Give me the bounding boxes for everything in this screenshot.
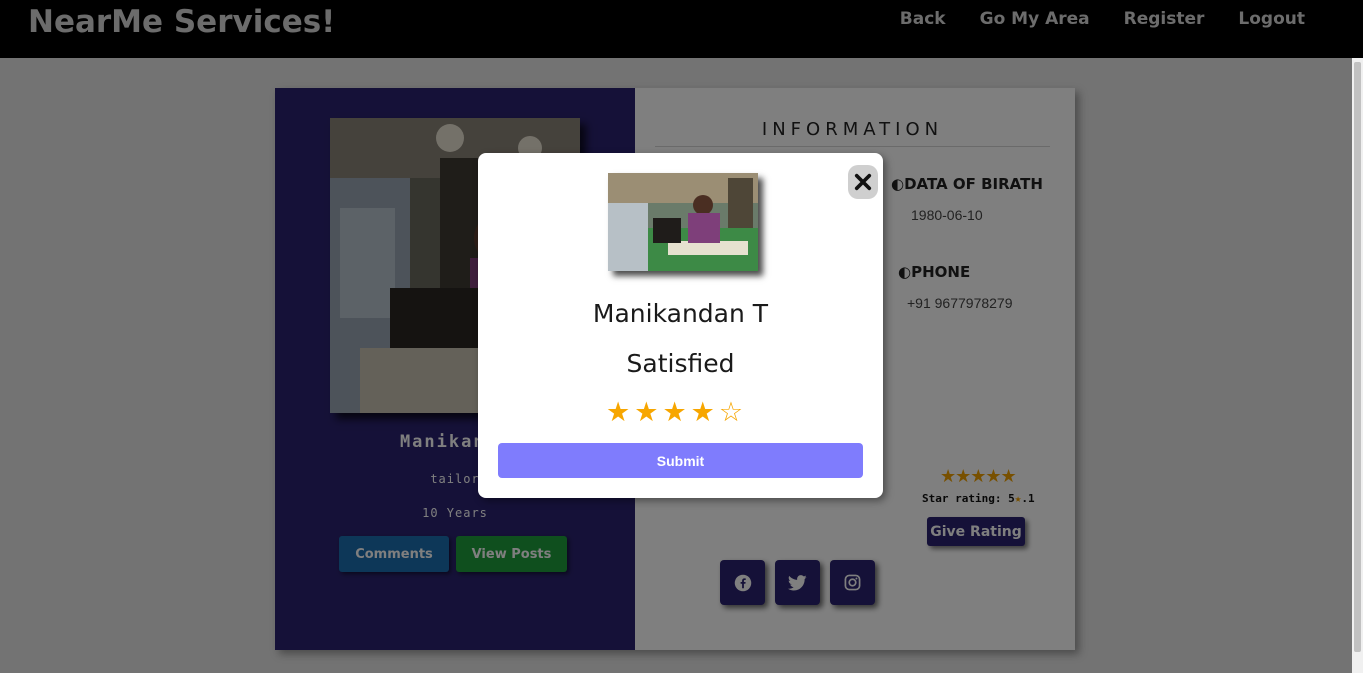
modal-close-button[interactable]: [848, 165, 878, 199]
modal-profile-photo: [608, 173, 758, 271]
star-filled-icon[interactable]: ★: [634, 398, 658, 426]
page-scrollbar-thumb[interactable]: [1354, 62, 1361, 652]
close-icon: [854, 173, 872, 191]
rating-modal: Manikandan T Satisfied ★ ★ ★ ★ ☆ Submit: [478, 153, 883, 498]
star-filled-icon[interactable]: ★: [691, 398, 715, 426]
modal-star-rating[interactable]: ★ ★ ★ ★ ☆: [606, 398, 743, 426]
submit-rating-button[interactable]: Submit: [498, 443, 863, 478]
modal-rating-status: Satisfied: [626, 349, 735, 378]
star-filled-icon[interactable]: ★: [662, 398, 686, 426]
star-empty-icon[interactable]: ☆: [719, 398, 743, 426]
modal-name: Manikandan T: [592, 299, 769, 328]
star-filled-icon[interactable]: ★: [606, 398, 630, 426]
